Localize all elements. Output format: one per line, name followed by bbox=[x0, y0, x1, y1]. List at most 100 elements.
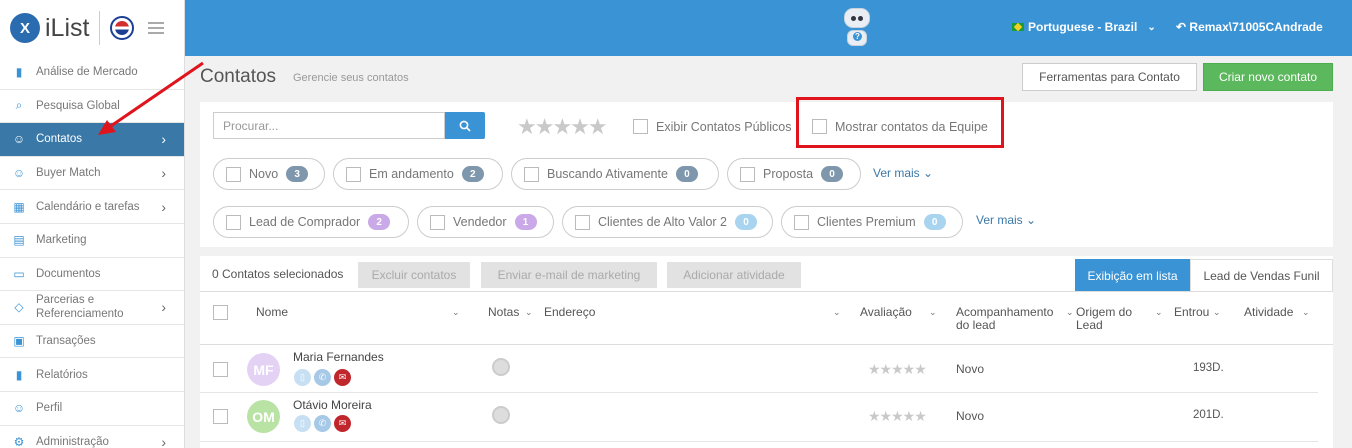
sidebar-item-marketing[interactable]: ▤ Marketing bbox=[0, 224, 184, 258]
row-checkbox[interactable] bbox=[213, 409, 228, 424]
sort-chevron-icon[interactable]: ⌄ bbox=[1213, 307, 1221, 318]
list-view-tab[interactable]: Exibição em lista bbox=[1075, 259, 1190, 292]
sidebar-item-administracao[interactable]: ⚙ Administração › bbox=[0, 426, 184, 448]
ilist-logo-icon[interactable]: X bbox=[10, 13, 40, 43]
column-rating[interactable]: Avaliação bbox=[860, 306, 912, 319]
language-selector[interactable]: Portuguese - Brazil ⌄ bbox=[1012, 20, 1156, 34]
status-filter-proposta[interactable]: Proposta 0 bbox=[727, 158, 861, 190]
column-origin[interactable]: Origem do Lead bbox=[1076, 306, 1148, 332]
column-entered[interactable]: Entrou bbox=[1174, 306, 1209, 319]
status-filter-buscando[interactable]: Buscando Ativamente 0 bbox=[511, 158, 719, 190]
sidebar-item-pesquisa-global[interactable]: ⌕ Pesquisa Global bbox=[0, 90, 184, 124]
notes-icon[interactable] bbox=[492, 406, 510, 424]
table-row[interactable]: MF Maria Fernandes ▯ ✆ ✉ ★★★★★ Novo 193D… bbox=[200, 345, 1318, 393]
phone-icon[interactable]: ✆ bbox=[314, 415, 331, 432]
column-address[interactable]: Endereço bbox=[544, 306, 595, 319]
chevron-right-icon: › bbox=[161, 433, 166, 448]
count-badge: 0 bbox=[923, 214, 946, 230]
pill-checkbox[interactable] bbox=[740, 166, 755, 182]
tag-filter-alto-valor[interactable]: Clientes de Alto Valor 2 0 bbox=[562, 206, 773, 238]
filter-panel: Procurar... ★★★★★ Exibir Contatos Públic… bbox=[200, 97, 1333, 247]
sort-chevron-icon[interactable]: ⌄ bbox=[1302, 307, 1310, 318]
see-more-status-link[interactable]: Ver mais ⌄ bbox=[873, 166, 933, 180]
contact-name[interactable]: Otávio Moreira bbox=[293, 398, 372, 412]
sidebar-item-calendario[interactable]: ▦ Calendário e tarefas › bbox=[0, 190, 184, 224]
pill-checkbox[interactable] bbox=[226, 214, 241, 230]
pill-checkbox[interactable] bbox=[575, 214, 590, 230]
sort-chevron-icon[interactable]: ⌄ bbox=[452, 307, 460, 318]
see-more-tags-link[interactable]: Ver mais ⌄ bbox=[976, 213, 1036, 227]
rating-filter-stars[interactable]: ★★★★★ bbox=[517, 114, 608, 140]
tag-icon: ◇ bbox=[14, 300, 24, 315]
mobile-phone-icon[interactable]: ▯ bbox=[294, 415, 311, 432]
contact-name[interactable]: Maria Fernandes bbox=[293, 350, 384, 364]
sidebar-item-parcerias[interactable]: ◇ Parcerias e Referenciamento › bbox=[0, 291, 184, 325]
contacts-table-panel: 0 Contatos selecionados Excluir contatos… bbox=[200, 256, 1333, 448]
email-icon[interactable]: ✉ bbox=[334, 369, 351, 386]
user-menu[interactable]: ↶ Remax\71005CAndrade bbox=[1176, 20, 1323, 34]
phone-icon[interactable]: ✆ bbox=[314, 369, 331, 386]
sidebar-item-perfil[interactable]: ☺ Perfil bbox=[0, 392, 184, 426]
search-input[interactable]: Procurar... bbox=[213, 112, 445, 139]
sidebar: ▮ Análise de Mercado ⌕ Pesquisa Global ☺… bbox=[0, 56, 185, 448]
brazil-flag-icon bbox=[1012, 23, 1024, 31]
sort-chevron-icon[interactable]: ⌄ bbox=[1066, 307, 1074, 318]
sidebar-item-buyer-match[interactable]: ☺ Buyer Match › bbox=[0, 157, 184, 191]
pill-checkbox[interactable] bbox=[794, 214, 809, 230]
tag-filter-vendedor[interactable]: Vendedor 1 bbox=[417, 206, 554, 238]
sidebar-item-analise-mercado[interactable]: ▮ Análise de Mercado bbox=[0, 56, 184, 90]
status-filter-novo[interactable]: Novo 3 bbox=[213, 158, 325, 190]
column-activity[interactable]: Atividade bbox=[1244, 306, 1293, 319]
notes-icon[interactable] bbox=[492, 358, 510, 376]
delete-contacts-button[interactable]: Excluir contatos bbox=[358, 262, 470, 288]
funnel-view-tab[interactable]: Lead de Vendas Funil bbox=[1190, 259, 1333, 292]
robot-assistant-icon[interactable] bbox=[840, 8, 874, 48]
sort-chevron-icon[interactable]: ⌄ bbox=[929, 307, 937, 318]
column-notes[interactable]: Notas bbox=[488, 306, 519, 319]
show-public-checkbox[interactable] bbox=[633, 119, 648, 134]
pill-checkbox[interactable] bbox=[524, 166, 539, 182]
status-filter-em-andamento[interactable]: Em andamento 2 bbox=[333, 158, 503, 190]
email-icon[interactable]: ✉ bbox=[334, 415, 351, 432]
pill-label: Proposta bbox=[763, 167, 814, 181]
pill-checkbox[interactable] bbox=[430, 214, 445, 230]
select-all-checkbox[interactable] bbox=[213, 305, 228, 320]
add-activity-button[interactable]: Adicionar atividade bbox=[667, 262, 801, 288]
table-header: Nome ⌄ Notas ⌄ Endereço ⌄ Avaliação ⌄ Ac… bbox=[200, 291, 1333, 345]
sidebar-item-transacoes[interactable]: ▣ Transações bbox=[0, 325, 184, 359]
sidebar-item-relatorios[interactable]: ▮ Relatórios bbox=[0, 358, 184, 392]
show-public-contacts-toggle[interactable]: Exibir Contatos Públicos bbox=[633, 119, 791, 134]
selected-count: 0 Contatos selecionados bbox=[212, 267, 344, 281]
ilist-logo-text[interactable]: iList bbox=[45, 14, 89, 43]
table-row[interactable]: OM Otávio Moreira ▯ ✆ ✉ ★★★★★ Novo 201D. bbox=[200, 394, 1318, 442]
search-button[interactable] bbox=[445, 112, 485, 139]
count-badge: 2 bbox=[368, 214, 391, 230]
tag-filter-lead-comprador[interactable]: Lead de Comprador 2 bbox=[213, 206, 409, 238]
pill-label: Clientes de Alto Valor 2 bbox=[598, 215, 728, 229]
row-checkbox[interactable] bbox=[213, 362, 228, 377]
search-icon: ⌕ bbox=[15, 98, 23, 113]
pill-checkbox[interactable] bbox=[346, 166, 361, 182]
pill-checkbox[interactable] bbox=[226, 166, 241, 182]
sidebar-item-documentos[interactable]: ▭ Documentos bbox=[0, 258, 184, 292]
send-marketing-email-button[interactable]: Enviar e-mail de marketing bbox=[481, 262, 657, 288]
sort-chevron-icon[interactable]: ⌄ bbox=[525, 307, 533, 318]
exit-arrow-icon: ↶ bbox=[1176, 20, 1187, 34]
row-rating-stars[interactable]: ★★★★★ bbox=[868, 361, 927, 378]
sort-chevron-icon[interactable]: ⌄ bbox=[1155, 307, 1163, 318]
column-name[interactable]: Nome bbox=[256, 306, 288, 319]
column-followup[interactable]: Acompanhamento do lead bbox=[956, 306, 1068, 332]
briefcase-icon: ▣ bbox=[13, 334, 25, 349]
entered-days: 201D. bbox=[1193, 409, 1224, 421]
mobile-phone-icon[interactable]: ▯ bbox=[294, 369, 311, 386]
sidebar-item-contatos[interactable]: ☺ Contatos › bbox=[0, 123, 184, 157]
page-subtitle: Gerencie seus contatos bbox=[293, 72, 409, 84]
highlight-annotation-box bbox=[796, 97, 1004, 148]
row-rating-stars[interactable]: ★★★★★ bbox=[868, 408, 927, 425]
create-contact-button[interactable]: Criar novo contato bbox=[1203, 63, 1333, 91]
logo-divider bbox=[99, 11, 101, 45]
sort-chevron-icon[interactable]: ⌄ bbox=[833, 307, 841, 318]
contact-tools-button[interactable]: Ferramentas para Contato bbox=[1022, 63, 1197, 91]
hamburger-menu-icon[interactable] bbox=[148, 22, 165, 34]
tag-filter-premium[interactable]: Clientes Premium 0 bbox=[781, 206, 963, 238]
